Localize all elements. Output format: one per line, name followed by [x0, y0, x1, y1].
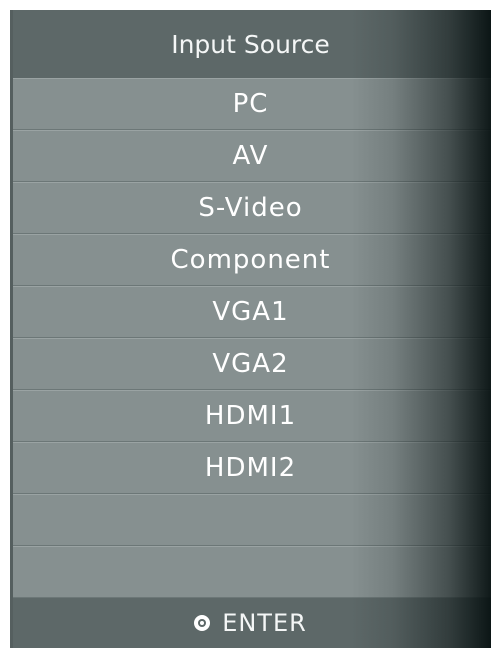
menu-item-hdmi2[interactable]: HDMI2	[10, 442, 491, 494]
menu-footer: ENTER	[10, 598, 491, 648]
menu-item-empty	[10, 494, 491, 546]
enter-button-icon	[194, 615, 211, 631]
enter-label: ENTER	[222, 609, 307, 637]
input-source-menu: Input Source PC AV S-Video Component VGA…	[10, 10, 491, 648]
menu-title: Input Source	[10, 10, 491, 78]
menu-item-pc[interactable]: PC	[10, 78, 491, 130]
menu-item-component[interactable]: Component	[10, 234, 491, 286]
menu-item-vga1[interactable]: VGA1	[10, 286, 491, 338]
menu-item-vga2[interactable]: VGA2	[10, 338, 491, 390]
menu-item-av[interactable]: AV	[10, 130, 491, 182]
input-source-list: PC AV S-Video Component VGA1 VGA2 HDMI1 …	[10, 78, 491, 598]
menu-item-empty	[10, 546, 491, 598]
menu-item-hdmi1[interactable]: HDMI1	[10, 390, 491, 442]
menu-item-s-video[interactable]: S-Video	[10, 182, 491, 234]
